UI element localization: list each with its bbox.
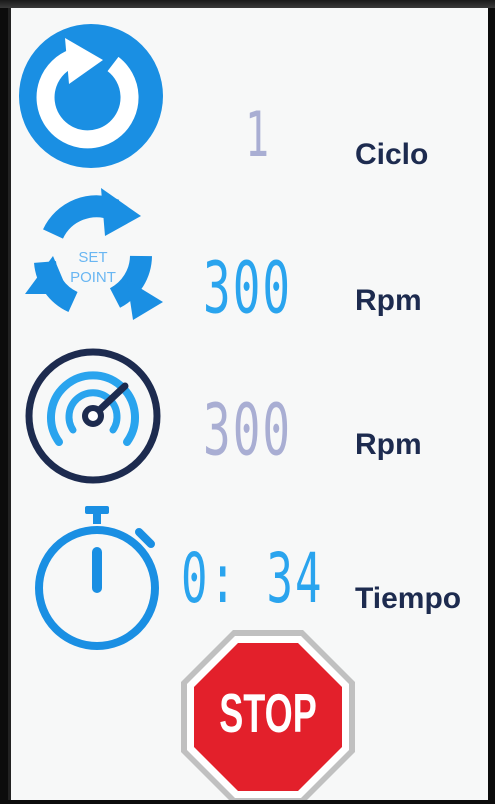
screen-bezel <box>0 0 495 8</box>
hmi-screen: 1 Ciclo SET POINT 300 Rpm 300 Rpm 0: 34 … <box>8 8 488 800</box>
set-point-icon-text-top: SET <box>78 249 107 266</box>
stop-button[interactable]: STOP <box>179 628 357 800</box>
refresh-icon[interactable] <box>17 22 165 175</box>
set-point-icon-text-bottom: POINT <box>70 269 116 286</box>
setpoint-rpm-label: Rpm <box>355 284 422 317</box>
actual-rpm-value: 300 <box>203 388 293 472</box>
speedometer-icon[interactable] <box>21 344 165 493</box>
setpoint-rpm-value: 300 <box>203 246 293 330</box>
cycle-value: 1 <box>245 100 272 172</box>
time-value: 0: 34 <box>181 540 324 620</box>
time-label: Tiempo <box>355 582 462 615</box>
set-point-icon[interactable]: SET POINT <box>23 184 165 331</box>
stopwatch-icon[interactable] <box>27 504 167 655</box>
stop-button-label: STOP <box>219 682 317 743</box>
cycle-label: Ciclo <box>355 138 429 171</box>
actual-rpm-label: Rpm <box>355 428 422 461</box>
